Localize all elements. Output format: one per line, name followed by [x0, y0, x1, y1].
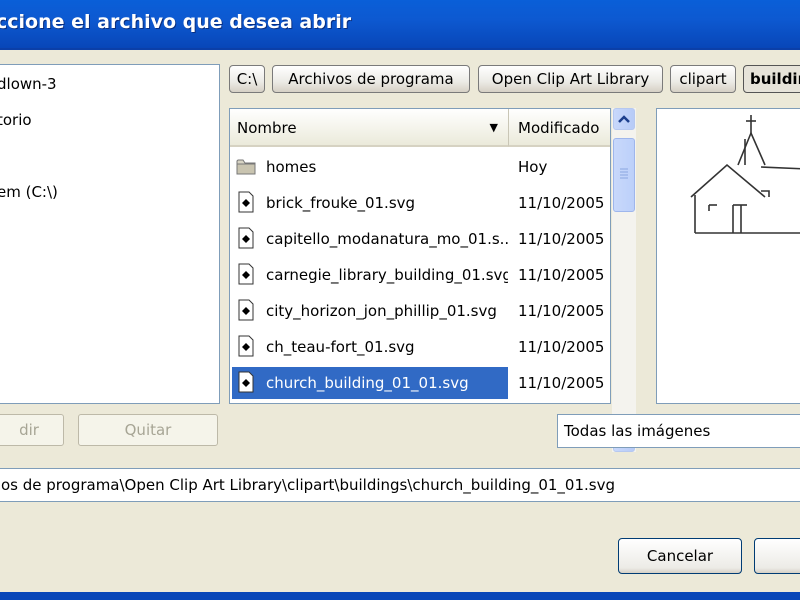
open-button[interactable]	[754, 538, 800, 574]
place-item-system-drive[interactable]: em (C:\)	[0, 183, 58, 201]
remove-bookmark-button[interactable]: Quitar	[78, 414, 218, 446]
file-date: 11/10/2005	[518, 194, 605, 212]
file-name: ch_teau-fort_01.svg	[266, 338, 415, 356]
file-name: capitello_modanatura_mo_01.s...	[266, 230, 508, 248]
path-button-clipart[interactable]: clipart	[670, 65, 736, 93]
file-date: 11/10/2005	[518, 374, 605, 392]
location-value: os de programa\Open Clip Art Library\cli…	[1, 476, 615, 494]
path-button-label: C:\	[236, 70, 258, 88]
svg-file-icon	[238, 371, 254, 393]
location-field[interactable]: os de programa\Open Clip Art Library\cli…	[0, 468, 800, 502]
path-button-buildings[interactable]: buildir	[743, 65, 800, 93]
file-date: 11/10/2005	[518, 302, 605, 320]
column-header-modified[interactable]: Modificado	[509, 109, 610, 147]
place-label: em (C:\)	[0, 183, 58, 201]
file-list-scrollbar[interactable]	[612, 108, 636, 452]
file-name: carnegie_library_building_01.svg	[266, 266, 508, 284]
file-date: Hoy	[518, 158, 548, 176]
file-row[interactable]: homes Hoy	[230, 149, 610, 185]
file-date: 11/10/2005	[518, 230, 605, 248]
path-button-open-clip-art[interactable]: Open Clip Art Library	[478, 65, 663, 93]
path-button-label: clipart	[679, 70, 727, 88]
chevron-up-icon	[618, 115, 630, 123]
filter-selected-value: Todas las imágenes	[564, 422, 711, 440]
sort-descending-icon: ▼	[489, 121, 498, 134]
button-label: Quitar	[124, 421, 172, 439]
file-open-dialog: dlown-3 torio em (C:\) C:\ Archivos de p…	[0, 50, 800, 592]
file-type-filter[interactable]: Todas las imágenes	[557, 414, 800, 448]
button-label: dir	[19, 421, 39, 439]
place-label: torio	[0, 111, 32, 129]
title-bar: ccione el archivo que desea abrir	[0, 0, 800, 50]
places-sidebar[interactable]: dlown-3 torio em (C:\)	[0, 64, 220, 404]
path-button-root[interactable]: C:\	[229, 65, 265, 93]
place-item-download[interactable]: dlown-3	[0, 75, 57, 93]
place-label: dlown-3	[0, 75, 57, 93]
file-list[interactable]: Nombre ▼ Modificado homes Hoy brick_frou…	[229, 108, 611, 404]
path-button-label: Archivos de programa	[288, 70, 454, 88]
file-row[interactable]: city_horizon_jon_phillip_01.svg 11/10/20…	[230, 293, 610, 329]
button-label: Cancelar	[646, 547, 714, 565]
file-name: city_horizon_jon_phillip_01.svg	[266, 302, 497, 320]
column-header-label: Modificado	[518, 119, 600, 137]
scroll-up-button[interactable]	[613, 108, 635, 130]
path-button-label: buildir	[750, 70, 800, 88]
file-row[interactable]: brick_frouke_01.svg 11/10/2005	[230, 185, 610, 221]
file-row[interactable]: capitello_modanatura_mo_01.s... 11/10/20…	[230, 221, 610, 257]
file-row[interactable]: ch_teau-fort_01.svg 11/10/2005	[230, 329, 610, 365]
file-date: 11/10/2005	[518, 266, 605, 284]
grip-icon	[620, 168, 628, 179]
file-name: homes	[266, 158, 317, 176]
file-date: 11/10/2005	[518, 338, 605, 356]
file-name: brick_frouke_01.svg	[266, 194, 416, 212]
place-item-desktop[interactable]: torio	[0, 111, 32, 129]
cancel-button[interactable]: Cancelar	[618, 538, 742, 574]
add-bookmark-button[interactable]: dir	[0, 414, 64, 446]
column-header-label: Nombre	[237, 119, 297, 137]
file-row[interactable]: carnegie_library_building_01.svg 11/10/2…	[230, 257, 610, 293]
image-preview	[656, 108, 800, 404]
window-title: ccione el archivo que desea abrir	[0, 11, 352, 33]
path-button-program-files[interactable]: Archivos de programa	[272, 65, 470, 93]
church-preview-image	[690, 115, 800, 234]
window-bottom-border	[0, 592, 800, 600]
column-header-name[interactable]: Nombre ▼	[230, 109, 509, 147]
path-button-label: Open Clip Art Library	[491, 70, 650, 88]
file-row-selected[interactable]: church_building_01_01.svg 11/10/2005	[230, 365, 610, 401]
scroll-thumb[interactable]	[613, 138, 635, 212]
file-name: church_building_01_01.svg	[232, 367, 508, 399]
